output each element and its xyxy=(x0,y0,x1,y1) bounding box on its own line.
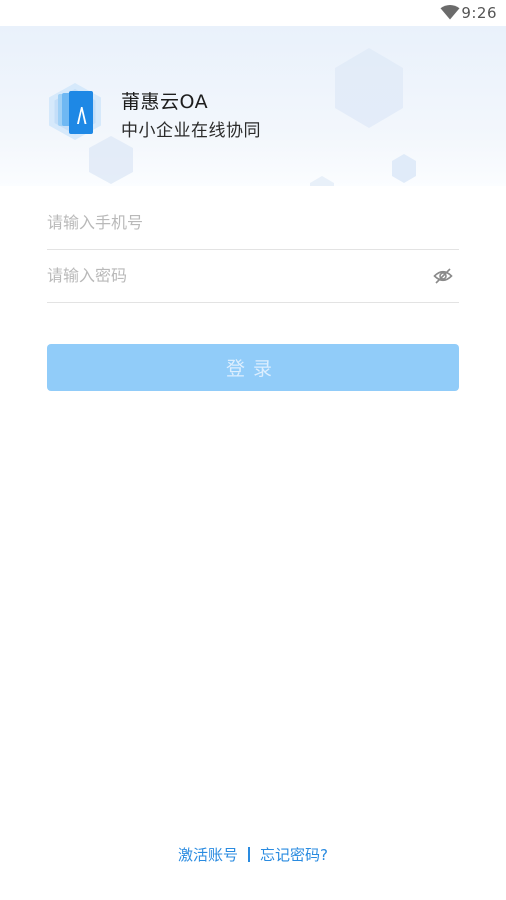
password-input[interactable] xyxy=(47,250,427,300)
app-logo-icon xyxy=(49,83,101,140)
wifi-icon xyxy=(440,5,460,20)
forgot-password-link[interactable]: 忘记密码? xyxy=(260,846,328,864)
app-slogan: 中小企业在线协同 xyxy=(121,121,261,141)
password-field xyxy=(47,250,459,303)
status-bar: 9:26 xyxy=(0,0,506,26)
link-divider xyxy=(248,847,251,862)
status-time: 9:26 xyxy=(461,4,497,22)
header-banner: 莆惠云OA 中小企业在线协同 xyxy=(0,26,506,186)
footer-links: 激活账号 忘记密码? xyxy=(0,844,506,866)
phone-field xyxy=(47,197,459,250)
app-name: 莆惠云OA xyxy=(121,91,209,113)
activate-account-link[interactable]: 激活账号 xyxy=(178,846,238,864)
phone-input[interactable] xyxy=(47,197,427,247)
eye-off-icon[interactable] xyxy=(433,266,453,286)
login-button[interactable]: 登录 xyxy=(47,344,459,391)
